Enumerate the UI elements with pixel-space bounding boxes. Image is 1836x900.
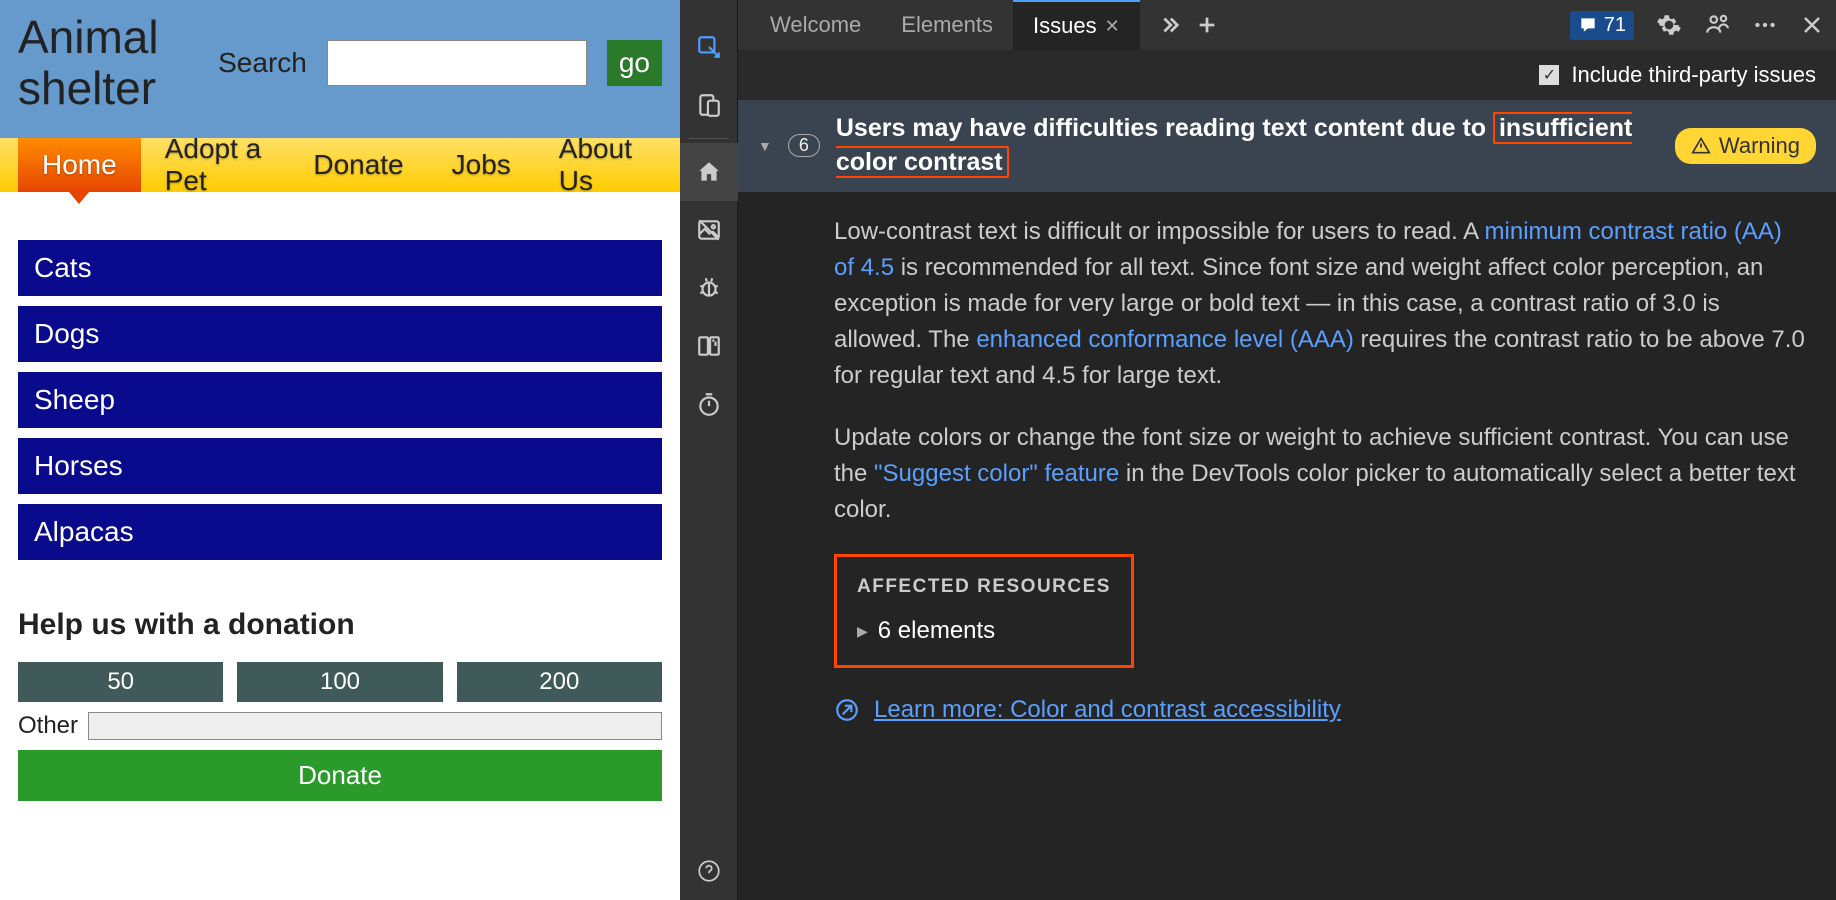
donate-button[interactable]: Donate bbox=[18, 750, 662, 801]
more-icon[interactable] bbox=[1752, 12, 1778, 38]
nav-jobs[interactable]: Jobs bbox=[428, 138, 535, 192]
tab-elements[interactable]: Elements bbox=[881, 0, 1013, 50]
issue-title-text: Users may have difficulties reading text… bbox=[836, 114, 1493, 142]
donation-section: Help us with a donation 50 100 200 Other… bbox=[18, 608, 662, 801]
close-icon[interactable]: ✕ bbox=[1105, 16, 1120, 37]
search-label: Search bbox=[218, 47, 307, 79]
other-label: Other bbox=[18, 712, 78, 740]
filter-label: Include third-party issues bbox=[1571, 62, 1816, 88]
tab-issues[interactable]: Issues ✕ bbox=[1013, 0, 1140, 50]
warning-badge: Warning bbox=[1675, 128, 1816, 164]
nav-about[interactable]: About Us bbox=[535, 138, 662, 192]
feedback-icon[interactable] bbox=[1704, 12, 1730, 38]
animal-list: Cats Dogs Sheep Horses Alpacas bbox=[18, 240, 662, 560]
source-control-icon[interactable] bbox=[680, 317, 738, 375]
animal-item-horses[interactable]: Horses bbox=[18, 438, 662, 494]
nav-label: Home bbox=[42, 149, 117, 181]
timer-icon[interactable] bbox=[680, 375, 738, 433]
search-input[interactable] bbox=[327, 40, 587, 86]
amount-50-button[interactable]: 50 bbox=[18, 662, 223, 702]
issue-paragraph-2: Update colors or change the font size or… bbox=[834, 420, 1808, 528]
affected-elements-row[interactable]: ▶ 6 elements bbox=[857, 613, 1111, 649]
filter-bar: ✓ Include third-party issues bbox=[738, 50, 1836, 100]
issue-count-pill: 6 bbox=[788, 134, 820, 157]
bug-icon[interactable] bbox=[680, 259, 738, 317]
search-go-button[interactable]: go bbox=[607, 40, 662, 86]
device-icon[interactable] bbox=[680, 76, 738, 134]
animal-item-alpacas[interactable]: Alpacas bbox=[18, 504, 662, 560]
devtools-main: Welcome Elements Issues ✕ 71 bbox=[738, 0, 1836, 900]
inspect-icon[interactable] bbox=[680, 18, 738, 76]
activity-bar bbox=[680, 0, 738, 900]
close-devtools-icon[interactable] bbox=[1800, 13, 1824, 37]
other-amount-input[interactable] bbox=[88, 712, 662, 740]
issue-title: Users may have difficulties reading text… bbox=[836, 112, 1659, 180]
gear-icon[interactable] bbox=[1656, 12, 1682, 38]
tab-label: Elements bbox=[901, 12, 993, 38]
home-icon[interactable] bbox=[680, 143, 738, 201]
nav-label: Jobs bbox=[452, 149, 511, 181]
main-nav: Home Adopt a Pet Donate Jobs About Us bbox=[0, 138, 680, 192]
issue-paragraph-1: Low-contrast text is difficult or imposs… bbox=[834, 214, 1808, 394]
amount-200-button[interactable]: 200 bbox=[457, 662, 662, 702]
affected-heading: AFFECTED RESOURCES bbox=[857, 573, 1111, 602]
nav-label: About Us bbox=[559, 133, 638, 197]
image-icon[interactable] bbox=[680, 201, 738, 259]
nav-label: Donate bbox=[313, 149, 403, 181]
learn-more-row: Learn more: Color and contrast accessibi… bbox=[834, 692, 1808, 728]
website-pane: Animal shelter Search go Home Adopt a Pe… bbox=[0, 0, 680, 900]
more-tabs-icon[interactable] bbox=[1158, 14, 1180, 36]
affected-resources-box: AFFECTED RESOURCES ▶ 6 elements bbox=[834, 554, 1134, 669]
main-content: Cats Dogs Sheep Horses Alpacas Help us w… bbox=[0, 192, 680, 900]
contrast-aaa-link[interactable]: enhanced conformance level (AAA) bbox=[976, 326, 1354, 353]
site-title: Animal shelter bbox=[18, 12, 218, 113]
caret-right-icon: ▶ bbox=[857, 621, 868, 642]
caret-down-icon[interactable]: ▼ bbox=[758, 138, 772, 154]
add-tab-icon[interactable] bbox=[1196, 14, 1218, 36]
nav-label: Adopt a Pet bbox=[165, 133, 266, 197]
third-party-checkbox[interactable]: ✓ bbox=[1539, 65, 1559, 85]
animal-item-sheep[interactable]: Sheep bbox=[18, 372, 662, 428]
devtools-pane: Welcome Elements Issues ✕ 71 bbox=[680, 0, 1836, 900]
suggest-color-link[interactable]: "Suggest color" feature bbox=[874, 460, 1119, 487]
separator bbox=[689, 138, 729, 139]
affected-count-text: 6 elements bbox=[878, 613, 995, 649]
donation-amounts: 50 100 200 bbox=[18, 662, 662, 702]
learn-more-link[interactable]: Learn more: Color and contrast accessibi… bbox=[874, 692, 1341, 728]
animal-item-cats[interactable]: Cats bbox=[18, 240, 662, 296]
other-amount-row: Other bbox=[18, 712, 662, 740]
help-icon[interactable] bbox=[680, 842, 738, 900]
issue-body: Low-contrast text is difficult or imposs… bbox=[738, 192, 1836, 751]
search-box: Search go bbox=[218, 40, 662, 86]
external-link-icon bbox=[834, 697, 860, 723]
issue-header[interactable]: ▼ 6 Users may have difficulties reading … bbox=[738, 100, 1836, 192]
tab-bar: Welcome Elements Issues ✕ 71 bbox=[738, 0, 1836, 50]
nav-adopt[interactable]: Adopt a Pet bbox=[141, 138, 290, 192]
tab-label: Issues bbox=[1033, 13, 1097, 39]
toolbar-right: 71 bbox=[1570, 11, 1824, 40]
tab-label: Welcome bbox=[770, 12, 861, 38]
site-header: Animal shelter Search go bbox=[0, 0, 680, 138]
warning-label: Warning bbox=[1719, 133, 1800, 159]
animal-item-dogs[interactable]: Dogs bbox=[18, 306, 662, 362]
donation-heading: Help us with a donation bbox=[18, 608, 662, 642]
tab-welcome[interactable]: Welcome bbox=[750, 0, 881, 50]
nav-home[interactable]: Home bbox=[18, 138, 141, 192]
nav-donate[interactable]: Donate bbox=[289, 138, 427, 192]
amount-100-button[interactable]: 100 bbox=[237, 662, 442, 702]
issues-count: 71 bbox=[1604, 14, 1626, 37]
issues-count-badge[interactable]: 71 bbox=[1570, 11, 1634, 40]
